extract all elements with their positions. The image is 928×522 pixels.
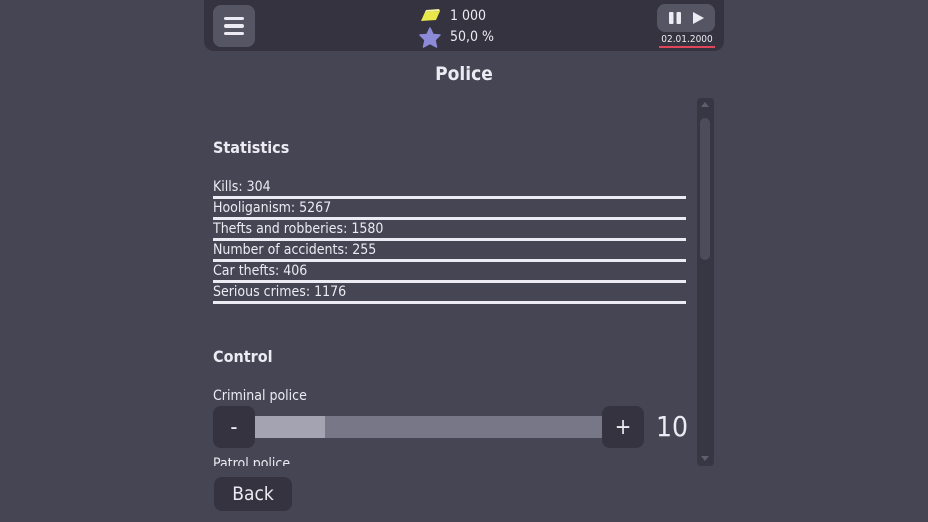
statistics-list: Kills: 304 Hooliganism: 5267 Thefts and … (213, 178, 686, 304)
top-bar: 1 000 50,0 % 02.01.2000 (204, 0, 724, 51)
criminal-police-value: 10 (656, 410, 689, 443)
game-date: 02.01.2000 (659, 33, 715, 48)
criminal-police-fill (255, 416, 325, 438)
page-title: Police (435, 63, 493, 85)
criminal-police-slider: - + 10 (213, 406, 693, 448)
increase-button[interactable]: + (602, 406, 644, 448)
rating-display: 50,0 % (418, 26, 495, 48)
stat-serious-crimes: Serious crimes: 1176 (213, 283, 686, 304)
scrollbar[interactable] (697, 98, 714, 466)
stat-car-thefts: Car thefts: 406 (213, 262, 686, 283)
money-display: 1 000 (418, 6, 486, 26)
criminal-police-label: Criminal police (213, 388, 307, 404)
menu-button[interactable] (213, 5, 255, 47)
decrease-button[interactable]: - (213, 406, 255, 448)
stat-thefts-robberies: Thefts and robberies: 1580 (213, 220, 686, 241)
stat-kills: Kills: 304 (213, 178, 686, 199)
stat-hooliganism: Hooliganism: 5267 (213, 199, 686, 220)
scroll-thumb[interactable] (700, 118, 710, 260)
pause-icon[interactable] (665, 8, 685, 28)
patrol-police-label: Patrol police (213, 456, 291, 466)
rating-value: 50,0 % (450, 29, 495, 45)
stat-accidents: Number of accidents: 255 (213, 241, 686, 262)
scroll-down-arrow-icon[interactable] (701, 456, 709, 461)
money-value: 1 000 (450, 8, 487, 24)
play-icon[interactable] (688, 8, 708, 28)
playback-controls (657, 4, 715, 32)
star-icon (418, 26, 442, 48)
criminal-police-track[interactable] (255, 416, 604, 438)
hamburger-menu-icon (224, 16, 244, 21)
police-panel[interactable]: Statistics Kills: 304 Hooliganism: 5267 … (213, 98, 693, 466)
back-button[interactable]: Back (214, 477, 292, 511)
gold-bar-icon (418, 6, 442, 26)
statistics-heading: Statistics (213, 138, 290, 157)
control-heading: Control (213, 347, 273, 366)
scroll-up-arrow-icon[interactable] (701, 102, 709, 107)
